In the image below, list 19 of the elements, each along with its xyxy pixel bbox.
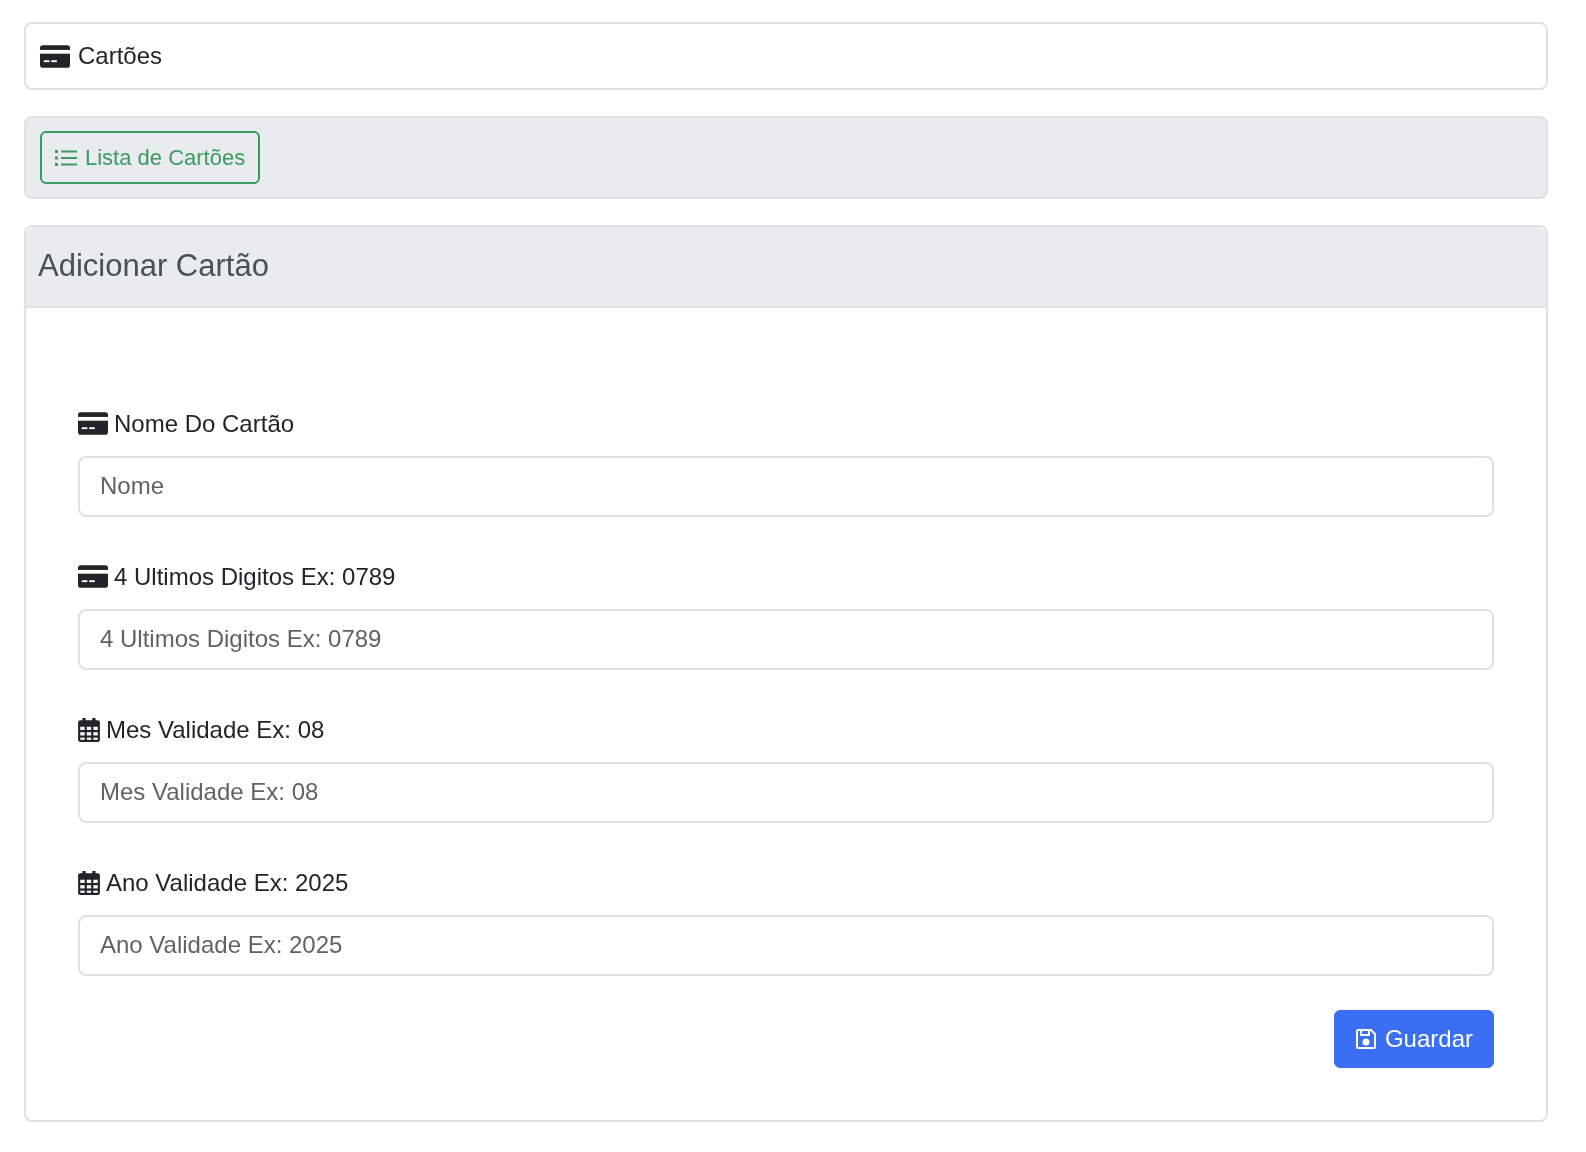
text-input-field[interactable]: Ano Validade Ex: 2025 bbox=[78, 914, 1494, 976]
credit-card-icon bbox=[78, 565, 108, 588]
save-button[interactable]: Guardar bbox=[1333, 1009, 1494, 1068]
page-title: Cartões bbox=[78, 41, 163, 71]
credit-card-icon bbox=[78, 412, 108, 435]
credit-card-icon bbox=[40, 44, 70, 68]
field-label: Ano Validade Ex: 2025 bbox=[106, 867, 349, 898]
list-cards-button[interactable]: Lista de Cartões bbox=[40, 131, 261, 184]
text-input-field[interactable]: 4 Ultimos Digitos Ex: 0789 bbox=[78, 608, 1494, 670]
calendar-icon bbox=[78, 717, 100, 742]
save-icon bbox=[1354, 1027, 1377, 1050]
field-label: Mes Validade Ex: 08 bbox=[106, 714, 325, 745]
text-input-field[interactable]: Mes Validade Ex: 08 bbox=[78, 761, 1494, 823]
list-icon bbox=[55, 148, 77, 167]
calendar-icon bbox=[78, 870, 100, 895]
form-title: Adicionar Cartão bbox=[26, 227, 1546, 308]
field-label: 4 Ultimos Digitos Ex: 0789 bbox=[114, 561, 396, 592]
field-label: Nome Do Cartão bbox=[114, 408, 295, 439]
text-input-field[interactable]: Nome bbox=[78, 455, 1494, 517]
